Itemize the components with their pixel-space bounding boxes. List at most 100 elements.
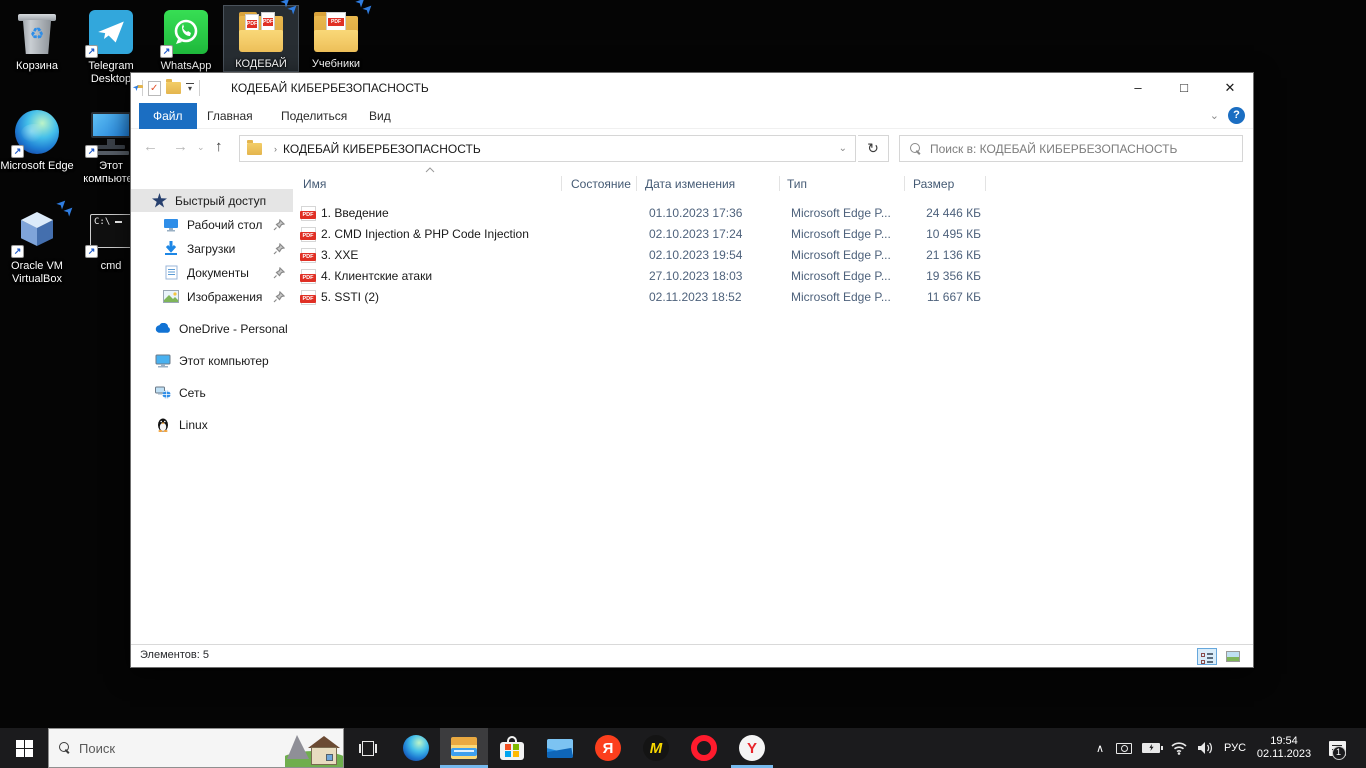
- tray-clock[interactable]: 19:5402.11.2023: [1252, 728, 1316, 768]
- sidebar-item-desktop[interactable]: Рабочий стол: [131, 213, 293, 236]
- desktop-icon-kodebay[interactable]: PDF PDF ➤➤ КОДЕБАЙ: [224, 6, 298, 71]
- edge-icon: [403, 735, 429, 761]
- new-folder-button[interactable]: [166, 82, 181, 94]
- tab-view[interactable]: Вид: [355, 103, 405, 129]
- linux-penguin-icon: [155, 417, 171, 433]
- column-header-name[interactable]: Имя: [303, 173, 326, 195]
- file-row[interactable]: PDF 4. Клиентские атаки 27.10.2023 18:03…: [297, 266, 1247, 287]
- thumbnails-view-button[interactable]: [1223, 648, 1243, 665]
- desktop-icon-recycle-bin[interactable]: ♻ Корзина: [0, 8, 74, 73]
- sidebar-item-network[interactable]: Сеть: [131, 381, 293, 404]
- tab-home[interactable]: Главная: [193, 103, 267, 129]
- file-name: 4. Клиентские атаки: [321, 266, 561, 287]
- notification-center-button[interactable]: 1: [1322, 728, 1352, 768]
- explorer-window: ➤ ✓ ▾ КОДЕБАЙ КИБЕРБЕЗОПАСНОСТЬ – □ ✕ Фа…: [130, 72, 1254, 668]
- column-header-status[interactable]: Состояние: [571, 173, 631, 195]
- column-header-size[interactable]: Размер: [913, 173, 954, 195]
- tray-battery-icon[interactable]: [1138, 728, 1164, 768]
- tray-volume-icon[interactable]: [1192, 728, 1218, 768]
- file-row[interactable]: PDF 1. Введение 01.10.2023 17:36 Microso…: [297, 203, 1247, 224]
- mail-icon: [547, 739, 573, 758]
- sidebar-item-onedrive[interactable]: OneDrive - Personal: [131, 317, 293, 340]
- documents-icon: [163, 265, 179, 281]
- tab-file[interactable]: Файл: [139, 103, 197, 129]
- file-row[interactable]: PDF 5. SSTI (2) 02.11.2023 18:52 Microso…: [297, 287, 1247, 308]
- file-date: 27.10.2023 18:03: [649, 266, 779, 287]
- tray-display-icon[interactable]: [1112, 728, 1136, 768]
- desktop-icon-edge[interactable]: ↗ Microsoft Edge: [0, 108, 74, 173]
- search-icon: [910, 143, 922, 155]
- start-button[interactable]: [0, 728, 48, 768]
- ribbon-collapse-icon[interactable]: ⌄: [1210, 109, 1219, 122]
- task-view-button[interactable]: [344, 728, 392, 768]
- details-view-button[interactable]: [1197, 648, 1217, 665]
- close-button[interactable]: ✕: [1207, 73, 1253, 103]
- address-dropdown-icon[interactable]: ⌄: [839, 143, 847, 154]
- pdf-file-icon: PDF: [301, 269, 316, 284]
- maximize-button[interactable]: □: [1161, 73, 1207, 103]
- m-app-icon: M: [643, 735, 669, 761]
- address-folder-icon: [247, 143, 262, 155]
- taskbar-yandex[interactable]: Я: [584, 728, 632, 768]
- task-view-icon: [359, 741, 377, 756]
- taskbar-edge[interactable]: [392, 728, 440, 768]
- desktop-icon-label: Учебники: [299, 58, 373, 71]
- sidebar-item-downloads[interactable]: Загрузки: [131, 237, 293, 260]
- customize-qat-button[interactable]: ▾: [186, 83, 194, 94]
- pin-icon[interactable]: [273, 243, 285, 255]
- search-input[interactable]: [930, 142, 1220, 156]
- file-row[interactable]: PDF 3. XXE 02.10.2023 19:54 Microsoft Ed…: [297, 245, 1247, 266]
- help-button[interactable]: ?: [1228, 107, 1245, 124]
- minimize-button[interactable]: –: [1115, 73, 1161, 103]
- navigation-pane: Быстрый доступ Рабочий стол Загрузки Док…: [131, 168, 293, 644]
- clock-date: 02.11.2023: [1257, 748, 1311, 761]
- breadcrumb[interactable]: КОДЕБАЙ КИБЕРБЕЗОПАСНОСТЬ: [283, 142, 481, 156]
- taskbar-explorer[interactable]: [440, 728, 488, 768]
- back-button[interactable]: ←: [143, 138, 158, 155]
- compress-arrows-icon: ➤➤: [52, 202, 71, 221]
- sidebar-item-quick-access[interactable]: Быстрый доступ: [131, 189, 293, 212]
- tray-expand-icon[interactable]: ∧: [1090, 728, 1110, 768]
- tray-wifi-icon[interactable]: [1166, 728, 1192, 768]
- file-size: 21 136 КБ: [869, 245, 981, 266]
- taskbar-m-app[interactable]: M: [632, 728, 680, 768]
- sidebar-item-this-pc[interactable]: Этот компьютер: [131, 349, 293, 372]
- column-header-date[interactable]: Дата изменения: [645, 173, 735, 195]
- status-bar: Элементов: 5: [131, 644, 1253, 667]
- sidebar-item-documents[interactable]: Документы: [131, 261, 293, 284]
- sort-ascending-icon: [425, 165, 435, 173]
- recycle-bin-icon: ♻: [13, 8, 61, 56]
- items-count: Элементов: 5: [140, 649, 209, 661]
- search-box[interactable]: [899, 135, 1243, 162]
- desktop-icon-virtualbox[interactable]: ➤➤ ↗ Oracle VM VirtualBox: [0, 208, 74, 286]
- recent-locations-dropdown-icon[interactable]: ⌄: [197, 142, 205, 153]
- forward-button[interactable]: →: [173, 138, 188, 155]
- search-highlight-image[interactable]: [285, 729, 343, 767]
- file-row[interactable]: PDF 2. CMD Injection & PHP Code Injectio…: [297, 224, 1247, 245]
- taskbar-search[interactable]: [48, 728, 344, 768]
- taskbar-store[interactable]: [488, 728, 536, 768]
- pin-icon[interactable]: [273, 267, 285, 279]
- sidebar-item-linux[interactable]: Linux: [131, 413, 293, 436]
- taskbar-yandex-browser[interactable]: Y: [728, 728, 776, 768]
- taskbar-opera[interactable]: [680, 728, 728, 768]
- tray-language[interactable]: РУС: [1218, 728, 1252, 768]
- column-header-type[interactable]: Тип: [787, 173, 807, 195]
- sidebar-item-pictures[interactable]: Изображения: [131, 285, 293, 308]
- taskbar-mail[interactable]: [536, 728, 584, 768]
- properties-button[interactable]: ✓: [148, 81, 161, 96]
- desktop-icon-label: Microsoft Edge: [0, 160, 74, 173]
- taskbar-search-input[interactable]: [79, 741, 239, 756]
- pin-icon[interactable]: [273, 219, 285, 231]
- tab-share[interactable]: Поделиться: [267, 103, 361, 129]
- pin-icon[interactable]: [273, 291, 285, 303]
- microsoft-store-icon: [500, 736, 524, 760]
- up-button[interactable]: ↑: [215, 138, 223, 155]
- notification-badge: 1: [1332, 746, 1346, 760]
- computer-icon: ↗: [87, 108, 135, 156]
- refresh-button[interactable]: ↻: [858, 135, 889, 162]
- desktop-icon-uchebniki[interactable]: PDF ➤➤ Учебники: [299, 6, 373, 71]
- desktop-icon-whatsapp[interactable]: ↗ WhatsApp: [149, 8, 223, 73]
- virtualbox-icon: ➤➤ ↗: [13, 208, 61, 256]
- address-bar[interactable]: › КОДЕБАЙ КИБЕРБЕЗОПАСНОСТЬ ⌄: [239, 135, 856, 162]
